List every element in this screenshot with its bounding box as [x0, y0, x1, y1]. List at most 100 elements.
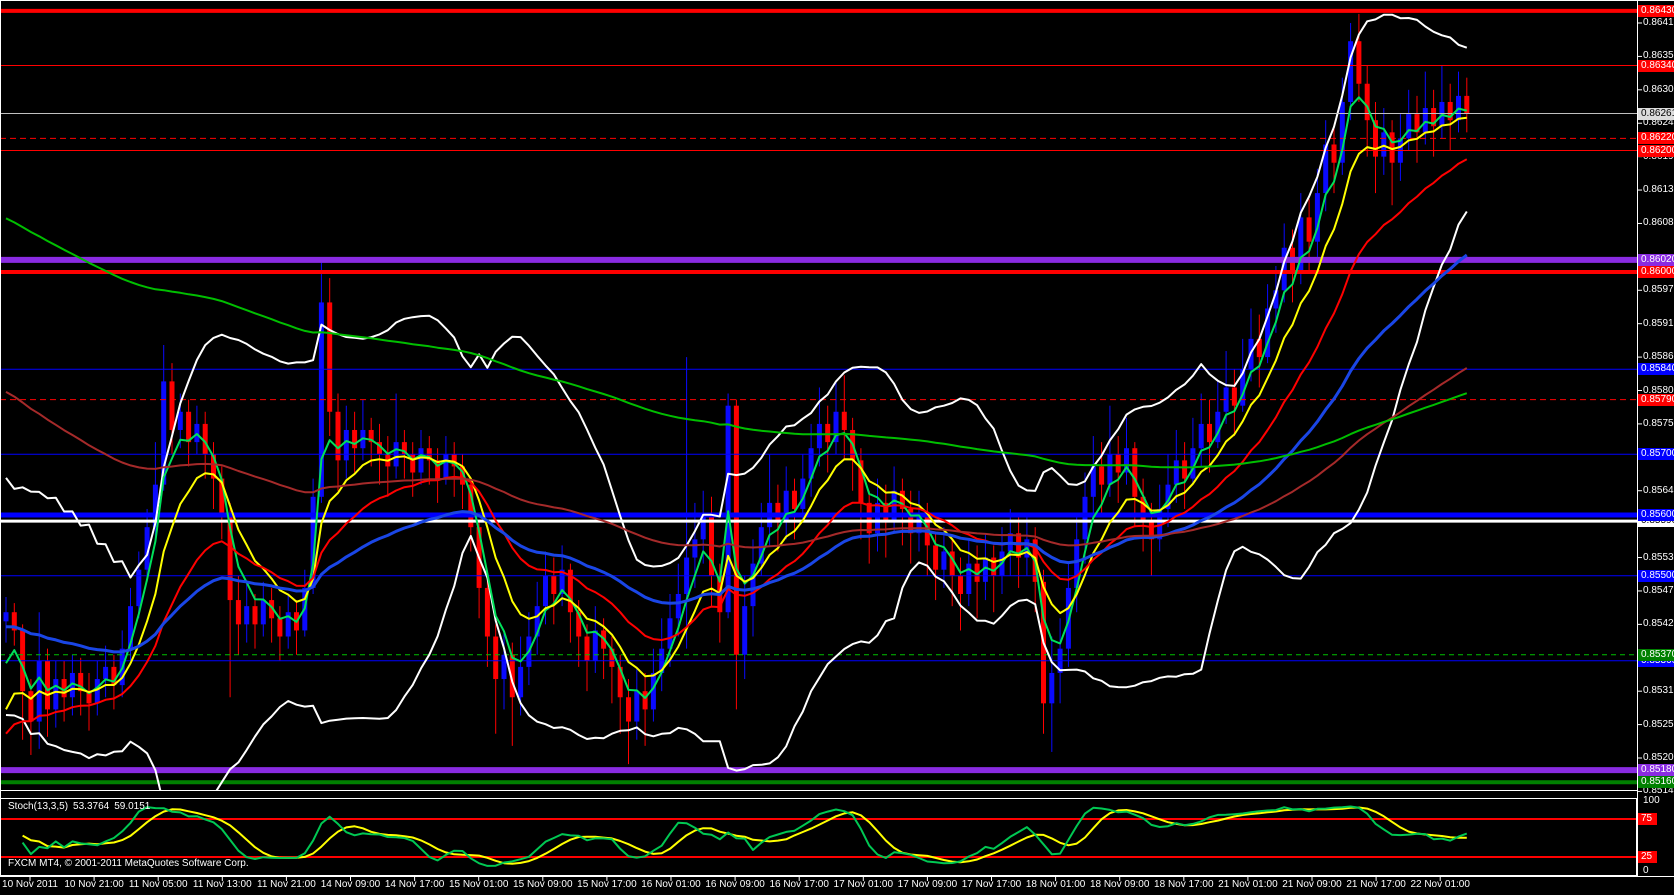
bull-candle: [4, 612, 9, 621]
price-level-badge: 0.85700: [1638, 448, 1674, 460]
copyright-text: FXCM MT4, © 2001-2011 MetaQuotes Softwar…: [8, 858, 249, 869]
price-tick-label: 0.85255: [1643, 719, 1673, 731]
bull-candle: [178, 412, 183, 430]
bear-candle: [775, 503, 780, 521]
price-level-badge: 0.85500: [1638, 570, 1674, 582]
stoch-axis-0: 0: [1643, 865, 1649, 876]
bear-candle: [485, 588, 490, 637]
bear-candle: [643, 691, 648, 709]
bear-candle: [186, 412, 191, 442]
stoch-axis-100: 100: [1643, 795, 1660, 806]
bull-candle: [726, 406, 731, 613]
bull-candle: [136, 570, 141, 606]
price-level-badge: 0.85840: [1638, 363, 1674, 375]
bear-candle: [277, 618, 282, 636]
current-price-badge: 0.86261: [1638, 108, 1674, 120]
stochastic-name: Stoch(13,3,5): [8, 801, 68, 812]
bear-candle: [493, 637, 498, 680]
bear-candle: [236, 600, 241, 624]
price-tick-label: 0.85640: [1643, 485, 1673, 497]
bull-candle: [1199, 424, 1204, 448]
bear-candle: [170, 381, 175, 430]
bear-candle: [1332, 144, 1337, 162]
price-tick-label: 0.85915: [1643, 318, 1673, 330]
bull-candle: [443, 454, 448, 478]
price-tick-label: 0.86300: [1643, 84, 1673, 96]
price-tick-label: 0.85200: [1643, 752, 1673, 764]
stochastic-layer[interactable]: [0, 807, 1637, 866]
bull-candle: [261, 600, 266, 624]
price-tick-label: 0.85860: [1643, 351, 1673, 363]
bear-candle: [1207, 424, 1212, 442]
price-tick-label: 0.85530: [1643, 552, 1673, 564]
price-level-badge: 0.86000: [1638, 266, 1674, 278]
bull-candle: [634, 691, 639, 721]
bull-candle: [1381, 132, 1386, 156]
stochastic-k-value: 53.3764: [73, 801, 109, 812]
bear-candle: [551, 576, 556, 594]
price-level-badge: 0.86430: [1638, 5, 1674, 17]
price-level-badge: 0.86020: [1638, 254, 1674, 266]
price-level-badge: 0.85370: [1638, 649, 1674, 661]
bull-candle: [1423, 108, 1428, 132]
bear-candle: [327, 302, 332, 411]
bull-candle: [1107, 454, 1112, 484]
bull-candle: [1174, 460, 1179, 484]
bull-candle: [1406, 114, 1411, 138]
time-tick-label: 22 Nov 01:00: [1392, 879, 1488, 890]
bear-candle: [933, 545, 938, 569]
bull-candle: [518, 667, 523, 697]
stoch-level-badge: 75: [1638, 813, 1657, 825]
price-level-badge: 0.85160: [1638, 776, 1674, 788]
bear-candle: [792, 491, 797, 509]
price-level-badge: 0.85790: [1638, 394, 1674, 406]
bear-candle: [1307, 217, 1312, 241]
bear-candle: [253, 606, 258, 624]
chart-window: 0.864100.863550.863000.862450.861900.861…: [0, 0, 1674, 895]
price-level-badge: 0.86340: [1638, 60, 1674, 72]
stochastic-indicator-label: Stoch(13,3,5) 53.3764 59.0151: [8, 801, 155, 812]
price-level-badge: 0.86220: [1638, 132, 1674, 144]
bear-candle: [28, 691, 33, 721]
price-tick-label: 0.86135: [1643, 184, 1673, 196]
price-tick-label: 0.86080: [1643, 217, 1673, 229]
bull-candle: [1049, 673, 1054, 703]
bear-candle: [1116, 454, 1121, 472]
chart-canvas[interactable]: [0, 0, 1674, 895]
bear-candle: [1356, 41, 1361, 84]
bear-candle: [958, 576, 963, 594]
price-level-badge: 0.86200: [1638, 145, 1674, 157]
price-tick-label: 0.85750: [1643, 418, 1673, 430]
bull-candle: [692, 539, 697, 557]
bull-candle: [676, 594, 681, 618]
bear-candle: [1365, 84, 1370, 120]
stoch-level-badge: 25: [1638, 851, 1657, 863]
price-tick-label: 0.86410: [1643, 17, 1673, 29]
price-level-badge: 0.85600: [1638, 509, 1674, 521]
bull-candle: [1083, 497, 1088, 540]
bull-candle: [419, 448, 424, 472]
bull-candle: [344, 430, 349, 460]
bear-candle: [1099, 466, 1104, 484]
price-tick-label: 0.85310: [1643, 685, 1673, 697]
bear-candle: [825, 424, 830, 442]
candles-layer[interactable]: [4, 14, 1470, 764]
horizontal-levels-layer[interactable]: [0, 11, 1637, 782]
bear-candle: [1232, 387, 1237, 405]
bull-candle: [941, 551, 946, 569]
mt4-terminal: { "app": { "copyright": "FXCM MT4, © 200…: [0, 0, 1674, 895]
stochastic-d-value: 59.0151: [114, 801, 150, 812]
bull-candle: [95, 679, 100, 703]
bear-candle: [867, 503, 872, 533]
price-tick-label: 0.85420: [1643, 618, 1673, 630]
price-tick-label: 0.85475: [1643, 585, 1673, 597]
bear-candle: [734, 406, 739, 655]
bull-candle: [543, 576, 548, 606]
bear-candle: [626, 697, 631, 721]
bear-candle: [842, 412, 847, 430]
bear-candle: [45, 661, 50, 710]
bull-candle: [244, 606, 249, 624]
bull-candle: [593, 630, 598, 660]
price-level-badge: 0.85180: [1638, 764, 1674, 776]
bear-candle: [1132, 448, 1137, 497]
